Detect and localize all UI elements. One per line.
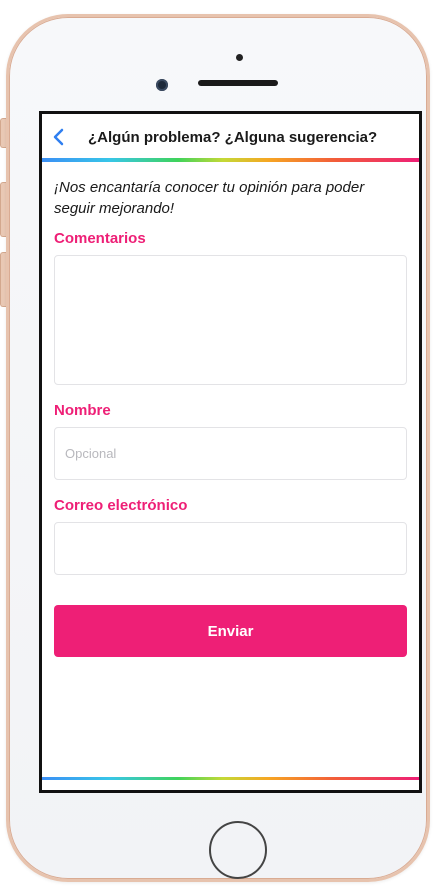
rainbow-divider	[42, 158, 419, 162]
home-button[interactable]	[209, 821, 267, 879]
chevron-left-icon	[53, 128, 64, 146]
app-screen: ¿Algún problema? ¿Alguna sugerencia? ¡No…	[39, 111, 422, 793]
intro-text: ¡Nos encantaría conocer tu opinión para …	[54, 179, 365, 217]
device-mockup: ¿Algún problema? ¿Alguna sugerencia? ¡No…	[0, 0, 436, 888]
name-label: Nombre	[54, 402, 111, 419]
comments-textarea[interactable]	[54, 255, 407, 385]
page-title: ¿Algún problema? ¿Alguna sugerencia?	[88, 129, 378, 146]
name-input[interactable]	[54, 427, 407, 480]
comments-label: Comentarios	[54, 230, 146, 247]
send-button[interactable]: Enviar	[54, 605, 407, 657]
proximity-sensor	[236, 54, 243, 61]
front-camera	[156, 79, 168, 91]
email-input[interactable]	[54, 522, 407, 575]
email-label: Correo electrónico	[54, 497, 188, 514]
back-button[interactable]	[50, 127, 68, 147]
feedback-form: ¡Nos encantaría conocer tu opinión para …	[42, 177, 419, 657]
bottom-rainbow-divider	[42, 777, 419, 780]
navigation-bar: ¿Algún problema? ¿Alguna sugerencia?	[42, 114, 419, 158]
earpiece-speaker	[198, 80, 278, 86]
